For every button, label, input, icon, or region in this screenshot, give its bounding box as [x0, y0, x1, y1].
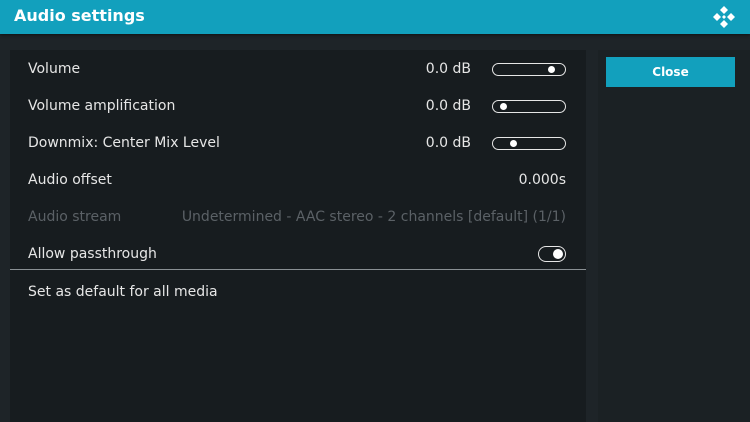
volume-slider[interactable] [492, 63, 566, 76]
setting-audio-offset[interactable]: Audio offset 0.000s [10, 162, 586, 199]
volume-amplification-slider[interactable] [492, 100, 566, 113]
close-button[interactable]: Close [606, 57, 735, 87]
setting-volume-amplification[interactable]: Volume amplification 0.0 dB [10, 88, 586, 125]
setting-value: 0.0 dB [425, 135, 471, 151]
kodi-logo-icon [713, 6, 735, 28]
setting-label: Volume [28, 61, 81, 77]
setting-value: Undetermined - AAC stereo - 2 channels [… [181, 209, 566, 225]
setting-value: 0.0 dB [425, 98, 471, 114]
set-default-button[interactable]: Set as default for all media [10, 274, 586, 311]
slider-knob[interactable] [548, 66, 556, 73]
set-default-label: Set as default for all media [28, 284, 218, 300]
setting-label: Audio stream [28, 209, 122, 225]
setting-value: 0.000s [518, 172, 566, 188]
toggle-knob [553, 249, 563, 259]
setting-allow-passthrough[interactable]: Allow passthrough [10, 236, 586, 273]
side-panel [598, 50, 750, 422]
downmix-center-mix-slider[interactable] [492, 137, 566, 150]
setting-downmix-center-mix-level[interactable]: Downmix: Center Mix Level 0.0 dB [10, 125, 586, 162]
title-bar: Audio settings [0, 0, 750, 34]
setting-label: Audio offset [28, 172, 112, 188]
slider-knob[interactable] [499, 103, 507, 110]
setting-audio-stream: Audio stream Undetermined - AAC stereo -… [10, 199, 586, 236]
setting-label: Downmix: Center Mix Level [28, 135, 220, 151]
setting-value: 0.0 dB [425, 61, 471, 77]
setting-volume[interactable]: Volume 0.0 dB [10, 51, 586, 88]
settings-panel: Volume 0.0 dB Volume amplification 0.0 d… [10, 50, 586, 422]
setting-label: Allow passthrough [28, 246, 157, 262]
divider [10, 269, 586, 270]
slider-knob[interactable] [509, 140, 517, 147]
passthrough-toggle[interactable] [538, 246, 566, 262]
window-title: Audio settings [14, 6, 145, 25]
setting-label: Volume amplification [28, 98, 176, 114]
